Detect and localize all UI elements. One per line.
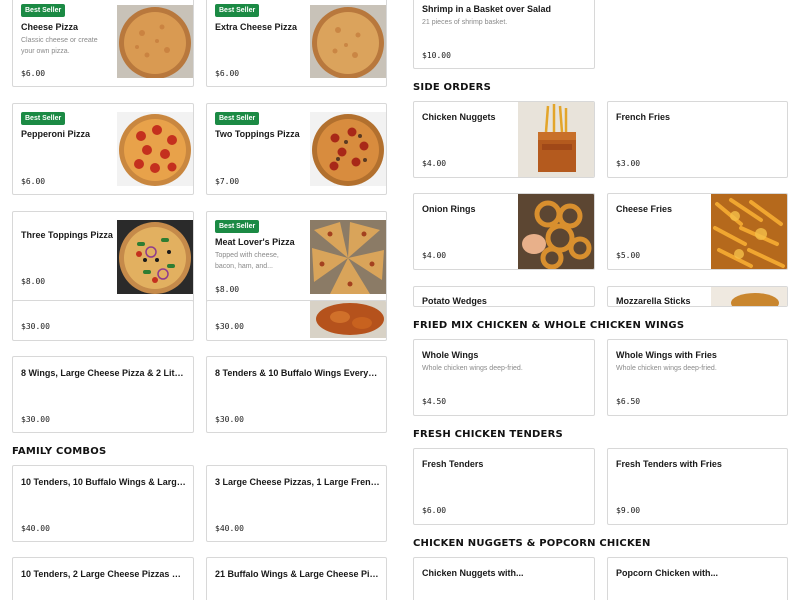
menu-item-card[interactable]: 8 Wings, Large Cheese Pizza & 2 Liter So… (12, 356, 194, 433)
item-name: Shrimp in a Basket over Salad (422, 4, 552, 14)
item-price: $30.00 (21, 322, 50, 331)
item-price: $8.00 (21, 277, 46, 286)
best-seller-badge: Best Seller (21, 4, 66, 17)
item-name: French Fries (616, 112, 671, 122)
item-name: Chicken Nuggets with... (422, 568, 524, 578)
item-name: Fresh Tenders (422, 459, 484, 469)
menu-item-card[interactable]: Potato Wedges (413, 286, 595, 307)
menu-item-card[interactable]: $30.00 (206, 300, 387, 341)
best-seller-badge: Best Seller (21, 112, 66, 125)
item-name: 8 Tenders & 10 Buffalo Wings Everyday... (215, 368, 381, 378)
best-seller-badge: Best Seller (215, 220, 260, 233)
menu-item-card[interactable]: Onion Rings $4.00 (413, 193, 595, 270)
item-name: 10 Tenders, 2 Large Cheese Pizzas & 2 Li… (21, 569, 187, 579)
menu-item-card[interactable]: 21 Buffalo Wings & Large Cheese Pizza... (206, 557, 387, 600)
item-name: 3 Large Cheese Pizzas, 1 Large French Fr… (215, 477, 381, 487)
item-price: $6.00 (215, 69, 240, 78)
item-price: $6.00 (21, 69, 46, 78)
menu-item-card[interactable]: Chicken Nuggets $4.00 (413, 101, 595, 178)
menu-item-card[interactable]: Best Seller Extra Cheese Pizza $6.00 (206, 0, 387, 87)
menu-item-card[interactable]: Whole Wings Whole chicken wings deep-fri… (413, 339, 595, 416)
item-description: Whole chicken wings deep-fried. (422, 365, 523, 372)
menu-item-card[interactable]: Best Seller Pepperoni Pizza $6.00 (12, 103, 194, 195)
item-name: 10 Tenders, 10 Buffalo Wings & Large... (21, 477, 187, 487)
menu-item-card[interactable]: French Fries $3.00 (607, 101, 788, 178)
item-name: Whole Wings with Fries (616, 350, 717, 360)
menu-item-card[interactable]: 8 Tenders & 10 Buffalo Wings Everyday...… (206, 356, 387, 433)
menu-item-card[interactable]: Mozzarella Sticks (607, 286, 788, 307)
item-price: $6.00 (21, 177, 46, 186)
item-price: $40.00 (21, 524, 50, 533)
item-price: $9.00 (616, 506, 641, 515)
item-name: 21 Buffalo Wings & Large Cheese Pizza... (215, 569, 381, 579)
item-price: $30.00 (215, 322, 244, 331)
menu-item-card[interactable]: $30.00 (12, 300, 194, 341)
cheese-pizza-image (117, 5, 193, 78)
item-name: Chicken Nuggets (422, 112, 496, 122)
item-name: Potato Wedges (422, 296, 487, 306)
item-description: Whole chicken wings deep-fried. (616, 365, 717, 372)
item-name: Mozzarella Sticks (616, 296, 691, 306)
item-price: $6.50 (616, 397, 641, 406)
menu-item-card[interactable]: Chicken Nuggets with... (413, 557, 595, 600)
onion-rings-image (518, 194, 594, 269)
item-price: $10.00 (422, 51, 451, 60)
item-name: Popcorn Chicken with... (616, 568, 719, 578)
three-toppings-pizza-image (117, 220, 193, 294)
menu-item-card[interactable]: Fresh Tenders with Fries $9.00 (607, 448, 788, 525)
section-title-family-combos: FAMILY COMBOS (12, 446, 107, 457)
menu-item-card[interactable]: Three Toppings Pizza $8.00 (12, 211, 194, 303)
item-price: $4.00 (422, 251, 447, 260)
item-name: Pepperoni Pizza (21, 129, 91, 139)
item-price: $6.00 (422, 506, 447, 515)
meat-lovers-pizza-image (310, 220, 386, 294)
menu-item-card[interactable]: 10 Tenders, 10 Buffalo Wings & Large... … (12, 465, 194, 542)
chicken-nuggets-image (518, 102, 594, 177)
item-price: $4.00 (422, 159, 447, 168)
section-title-wings: FRIED MIX CHICKEN & WHOLE CHICKEN WINGS (413, 320, 685, 331)
menu-item-card[interactable]: Shrimp in a Basket over Salad 21 pieces … (413, 0, 595, 69)
item-name: Onion Rings (422, 204, 476, 214)
item-name: Cheese Pizza (21, 22, 79, 32)
extra-cheese-pizza-image (310, 5, 386, 78)
menu-item-card[interactable]: 10 Tenders, 2 Large Cheese Pizzas & 2 Li… (12, 557, 194, 600)
menu-item-card[interactable]: 3 Large Cheese Pizzas, 1 Large French Fr… (206, 465, 387, 542)
item-price: $7.00 (215, 177, 240, 186)
item-name: Extra Cheese Pizza (215, 22, 298, 32)
menu-item-card[interactable]: Best Seller Two Toppings Pizza $7.00 (206, 103, 387, 195)
section-title-side-orders: SIDE ORDERS (413, 82, 491, 93)
buffalo-wings-image (310, 301, 386, 338)
item-description: Classic cheese or create your own pizza. (21, 37, 98, 55)
item-price: $4.50 (422, 397, 447, 406)
item-description: 21 pieces of shrimp basket. (422, 19, 508, 26)
item-name: Whole Wings (422, 350, 479, 360)
best-seller-badge: Best Seller (215, 4, 260, 17)
best-seller-badge: Best Seller (215, 112, 260, 125)
menu-item-card[interactable]: Popcorn Chicken with... (607, 557, 788, 600)
item-name: Meat Lover's Pizza (215, 237, 295, 247)
item-price: $30.00 (21, 415, 50, 424)
section-title-tenders: FRESH CHICKEN TENDERS (413, 429, 563, 440)
menu-item-card[interactable]: Fresh Tenders $6.00 (413, 448, 595, 525)
menu-item-card[interactable]: Whole Wings with Fries Whole chicken win… (607, 339, 788, 416)
item-price: $40.00 (215, 524, 244, 533)
mozzarella-sticks-image (711, 287, 787, 306)
item-price: $5.00 (616, 251, 641, 260)
pepperoni-pizza-image (117, 112, 193, 186)
menu-item-card[interactable]: Best Seller Meat Lover's Pizza Topped wi… (206, 211, 387, 303)
item-price: $8.00 (215, 285, 240, 294)
item-price: $3.00 (616, 159, 641, 168)
menu-item-card[interactable]: Cheese Fries $5.00 (607, 193, 788, 270)
cheese-fries-image (711, 194, 787, 269)
section-title-nuggets: CHICKEN NUGGETS & POPCORN CHICKEN (413, 538, 651, 549)
menu-item-card[interactable]: Best Seller Cheese Pizza Classic cheese … (12, 0, 194, 87)
two-toppings-pizza-image (310, 112, 386, 186)
item-name: Three Toppings Pizza (21, 230, 113, 240)
item-description: Topped with cheese, bacon, ham, and... (215, 252, 279, 270)
item-name: Cheese Fries (616, 204, 673, 214)
item-price: $30.00 (215, 415, 244, 424)
item-name: Two Toppings Pizza (215, 129, 300, 139)
item-name: Fresh Tenders with Fries (616, 459, 722, 469)
item-name: 8 Wings, Large Cheese Pizza & 2 Liter So… (21, 368, 187, 378)
